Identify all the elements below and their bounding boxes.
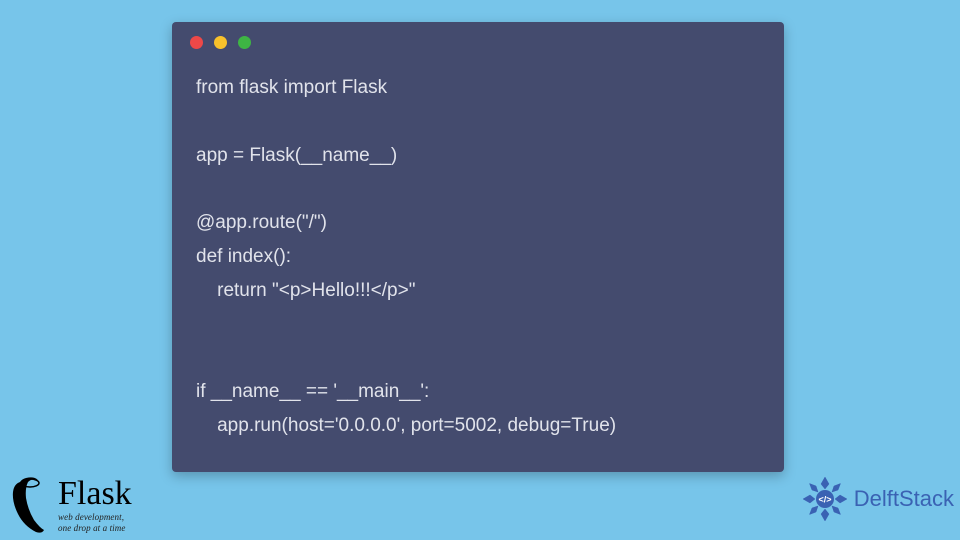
flask-logo-text: Flask web development, one drop at a tim… <box>58 477 132 533</box>
delftstack-emblem-icon: </> <box>802 476 848 522</box>
close-icon <box>190 36 203 49</box>
minimize-icon <box>214 36 227 49</box>
flask-logo-subtitle-1: web development, <box>58 513 132 522</box>
window-titlebar <box>172 22 784 59</box>
maximize-icon <box>238 36 251 49</box>
code-window: from flask import Flask app = Flask(__na… <box>172 22 784 472</box>
svg-text:</>: </> <box>818 495 831 505</box>
flask-horn-icon <box>8 474 52 536</box>
flask-logo-subtitle-2: one drop at a time <box>58 524 132 533</box>
delftstack-logo: </> DelftStack <box>802 476 954 522</box>
flask-logo: Flask web development, one drop at a tim… <box>8 474 132 536</box>
flask-logo-title: Flask <box>58 477 132 511</box>
delftstack-logo-text: DelftStack <box>854 486 954 512</box>
code-content: from flask import Flask app = Flask(__na… <box>172 59 784 463</box>
